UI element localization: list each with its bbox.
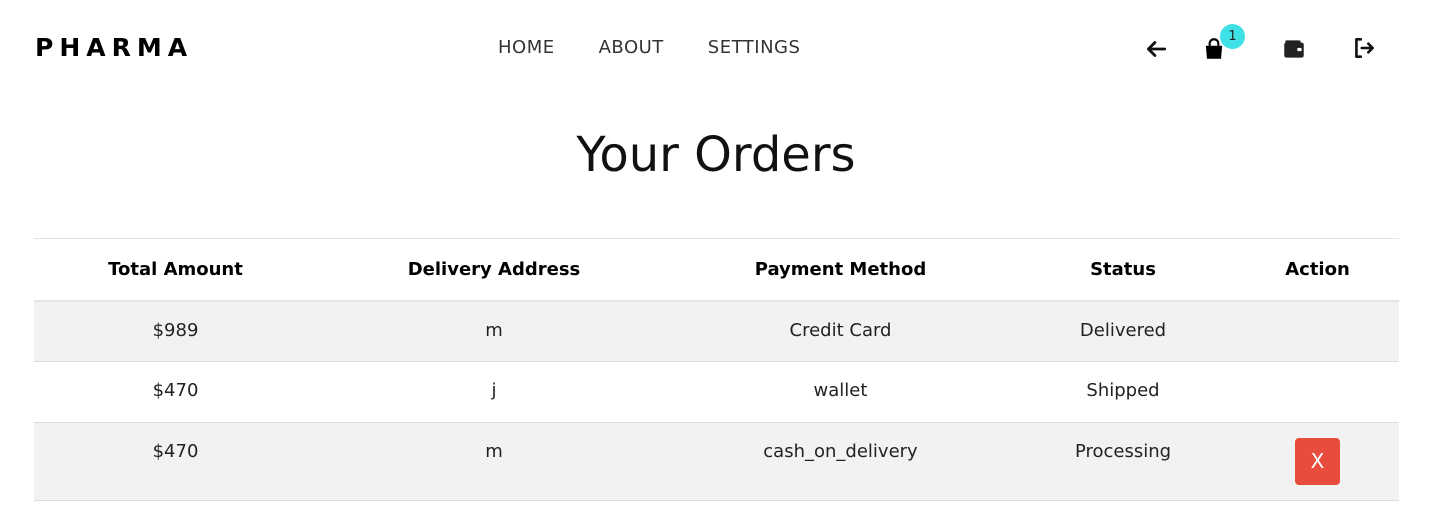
cancel-order-button[interactable]: X (1295, 438, 1340, 485)
cell-delivery-address: j (317, 361, 671, 423)
header-action: Action (1236, 238, 1399, 302)
cell-action (1236, 300, 1399, 362)
table-row: $470 m cash_on_delivery Processing X (34, 422, 1399, 501)
wallet-icon[interactable] (1281, 36, 1307, 62)
cell-total-amount: $470 (34, 422, 317, 501)
header-total-amount: Total Amount (34, 238, 317, 302)
cell-total-amount: $989 (34, 300, 317, 362)
cell-status: Processing (1010, 422, 1236, 501)
header-delivery-address: Delivery Address (317, 238, 671, 302)
sign-out-icon[interactable] (1351, 35, 1377, 61)
navbar: PHARMA HOME ABOUT SETTINGS 1 (0, 0, 1446, 96)
orders-table: Total Amount Delivery Address Payment Me… (34, 238, 1399, 501)
cart-count-badge: 1 (1220, 24, 1245, 49)
cell-status: Delivered (1010, 300, 1236, 362)
cell-action (1236, 361, 1399, 423)
cell-delivery-address: m (317, 422, 671, 501)
table-row: $989 m Credit Card Delivered (34, 300, 1399, 362)
header-status: Status (1010, 238, 1236, 302)
header-payment-method: Payment Method (671, 238, 1010, 302)
table-header-row: Total Amount Delivery Address Payment Me… (34, 238, 1399, 302)
cell-payment-method: Credit Card (671, 300, 1010, 362)
cell-payment-method: cash_on_delivery (671, 422, 1010, 501)
page-title: Your Orders (576, 127, 856, 183)
cell-status: Shipped (1010, 361, 1236, 423)
cell-total-amount: $470 (34, 361, 317, 423)
cell-action: X (1236, 422, 1399, 501)
cell-delivery-address: m (317, 300, 671, 362)
cell-payment-method: wallet (671, 361, 1010, 423)
arrow-left-icon[interactable] (1143, 36, 1169, 62)
table-row: $470 j wallet Shipped (34, 361, 1399, 423)
